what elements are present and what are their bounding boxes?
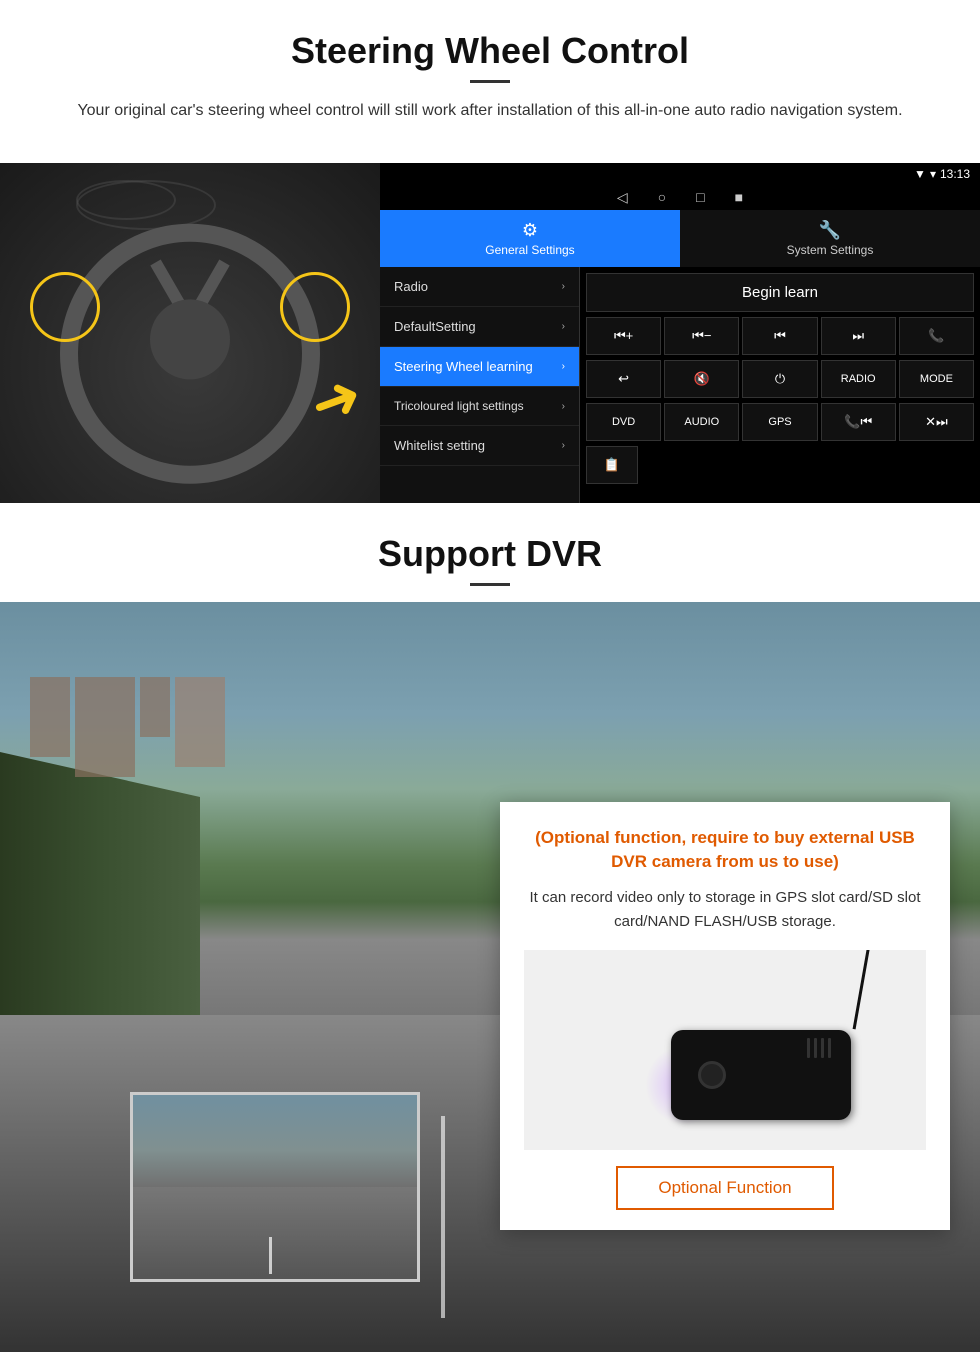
nav-recents-icon[interactable]: □	[696, 189, 704, 206]
android-navbar: ◁ ○ □ ■	[380, 185, 980, 210]
chevron-right-icon: ›	[562, 401, 565, 412]
android-panel: ▼ ▾ 13:13 ◁ ○ □ ■ ⚙ General Settings 🔧 S…	[380, 163, 980, 503]
camera-vents	[807, 1038, 831, 1058]
steering-photo: ➜	[0, 163, 380, 503]
building-3	[140, 677, 170, 737]
btn-vol-up[interactable]: ⏮+	[586, 317, 661, 355]
android-right-panel: Begin learn ⏮+ ⏮− ⏮ ⏭ 📞 ↩ 🔇 ⏻ RADIO MODE	[580, 267, 980, 503]
dvr-camera-body	[671, 1030, 851, 1120]
btn-next-track[interactable]: ⏭	[821, 317, 896, 355]
dvr-info-title: (Optional function, require to buy exter…	[524, 826, 926, 874]
dvr-composite: (Optional function, require to buy exter…	[0, 602, 980, 1352]
menu-swl-label: Steering Wheel learning	[394, 359, 533, 374]
tab-system-label: System Settings	[787, 243, 874, 257]
dvr-section: Support DVR (Optional function, require …	[0, 503, 980, 1352]
menu-defaultsetting-label: DefaultSetting	[394, 319, 476, 334]
dvr-footer: Optional Function	[524, 1166, 926, 1210]
android-menu: Radio › DefaultSetting › Steering Wheel …	[380, 267, 580, 503]
optional-function-button[interactable]: Optional Function	[616, 1166, 833, 1210]
statusbar-time: 13:13	[940, 167, 970, 181]
inset-road-line	[269, 1237, 272, 1274]
steering-wheel-bg: ➜	[0, 163, 380, 503]
btn-phone-prev[interactable]: 📞⏮	[821, 403, 896, 441]
menu-item-radio[interactable]: Radio ›	[380, 267, 579, 307]
menu-item-tricoloured[interactable]: Tricoloured light settings ›	[380, 387, 579, 426]
btn-prev-track[interactable]: ⏮	[742, 317, 817, 355]
btn-mode[interactable]: MODE	[899, 360, 974, 398]
wifi-icon: ▾	[930, 167, 936, 181]
dvr-info-text: It can record video only to storage in G…	[524, 886, 926, 934]
steering-composite: ➜ ▼ ▾ 13:13 ◁ ○ □ ■ ⚙ General Settings 🔧…	[0, 163, 980, 503]
control-buttons-row-3: DVD AUDIO GPS 📞⏮ ✕⏭	[586, 403, 974, 441]
control-buttons-row-2: ↩ 🔇 ⏻ RADIO MODE	[586, 360, 974, 398]
nav-home-icon[interactable]: ○	[658, 189, 666, 206]
begin-learn-button[interactable]: Begin learn	[586, 273, 974, 312]
sw-highlight-left	[30, 272, 100, 342]
chevron-right-icon: ›	[562, 281, 565, 292]
btn-gps[interactable]: GPS	[742, 403, 817, 441]
tab-general-settings[interactable]: ⚙ General Settings	[380, 210, 680, 267]
btn-power[interactable]: ⏻	[742, 360, 817, 398]
control-buttons-row-1: ⏮+ ⏮− ⏮ ⏭ 📞	[586, 317, 974, 355]
menu-whitelist-label: Whitelist setting	[394, 438, 485, 453]
btn-audio[interactable]: AUDIO	[664, 403, 739, 441]
btn-extra[interactable]: 📋	[586, 446, 638, 484]
btn-vol-down[interactable]: ⏮−	[664, 317, 739, 355]
dvr-camera-image	[524, 950, 926, 1150]
btn-radio[interactable]: RADIO	[821, 360, 896, 398]
subtitle-text: Your original car's steering wheel contr…	[60, 99, 920, 123]
page-title: Steering Wheel Control	[40, 30, 940, 72]
gear-icon: ⚙	[522, 220, 538, 241]
title-divider	[470, 80, 510, 83]
building-2	[75, 677, 135, 777]
menu-tricoloured-label: Tricoloured light settings	[394, 399, 562, 413]
camera-lens	[698, 1061, 726, 1089]
android-statusbar: ▼ ▾ 13:13	[380, 163, 980, 185]
tab-system-settings[interactable]: 🔧 System Settings	[680, 210, 980, 267]
chevron-right-icon: ›	[562, 440, 565, 451]
control-buttons-row-4: 📋	[586, 446, 974, 484]
dvr-title-divider	[470, 583, 510, 586]
menu-radio-label: Radio	[394, 279, 428, 294]
dvr-title: Support DVR	[0, 533, 980, 575]
dvr-inset-view	[130, 1092, 420, 1282]
btn-phone[interactable]: 📞	[899, 317, 974, 355]
menu-item-whitelist[interactable]: Whitelist setting ›	[380, 426, 579, 466]
wrench-icon: 🔧	[819, 220, 841, 241]
btn-mute-next[interactable]: ✕⏭	[899, 403, 974, 441]
tab-general-label: General Settings	[485, 243, 574, 257]
camera-cable	[853, 950, 877, 1029]
building-1	[30, 677, 70, 757]
inset-road	[133, 1187, 417, 1279]
begin-learn-label: Begin learn	[742, 284, 818, 301]
android-content: Radio › DefaultSetting › Steering Wheel …	[380, 267, 980, 503]
dvr-buildings	[30, 677, 225, 777]
dvr-info-card: (Optional function, require to buy exter…	[500, 802, 950, 1230]
menu-item-steering-wheel-learning[interactable]: Steering Wheel learning ›	[380, 347, 579, 387]
btn-mute[interactable]: 🔇	[664, 360, 739, 398]
chevron-right-icon: ›	[562, 321, 565, 332]
road-center-line	[441, 1116, 445, 1319]
android-tabs: ⚙ General Settings 🔧 System Settings	[380, 210, 980, 267]
sw-arrow-icon: ➜	[300, 359, 371, 442]
btn-dvd[interactable]: DVD	[586, 403, 661, 441]
nav-back-icon[interactable]: ◁	[617, 189, 628, 206]
sw-highlight-right	[280, 272, 350, 342]
menu-item-default-setting[interactable]: DefaultSetting ›	[380, 307, 579, 347]
btn-back[interactable]: ↩	[586, 360, 661, 398]
building-4	[175, 677, 225, 767]
signal-icon: ▼	[914, 167, 926, 181]
steering-section: Steering Wheel Control Your original car…	[0, 0, 980, 163]
steering-wheel-center	[150, 299, 230, 379]
nav-menu-icon[interactable]: ■	[735, 189, 743, 206]
chevron-right-icon: ›	[562, 361, 565, 372]
